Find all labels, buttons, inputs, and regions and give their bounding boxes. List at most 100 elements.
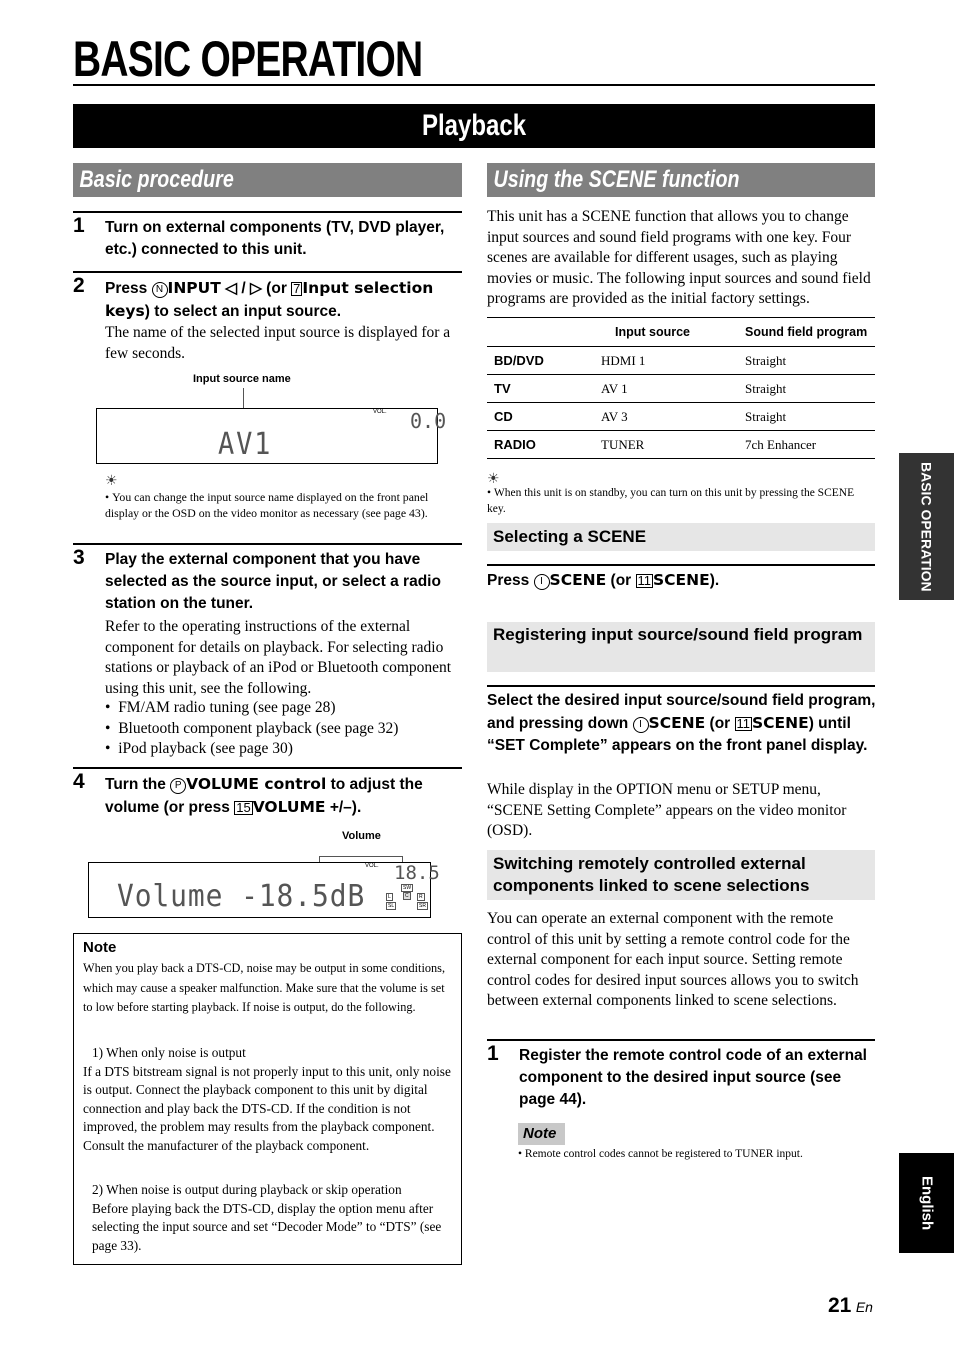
- step-rule: [73, 767, 462, 769]
- key-n-icon: N: [151, 282, 168, 298]
- step-3-body: Refer to the operating instructions of t…: [105, 618, 452, 697]
- subhead-scene-function: Using the SCENE function: [487, 163, 875, 197]
- vol-value: 0.0: [410, 409, 447, 433]
- scene-name-cell: TV: [494, 381, 511, 396]
- key-label: VOLUME: [252, 798, 326, 816]
- table-row: TV AV 1 Straight: [487, 375, 875, 403]
- key-label: SCENE: [549, 571, 607, 589]
- note-title: Note: [83, 939, 117, 956]
- key-i-icon: I: [632, 717, 649, 733]
- sound-program-cell: Straight: [745, 352, 787, 368]
- speaker-indicator: SW: [401, 884, 414, 892]
- sound-program-cell: Straight: [745, 408, 787, 424]
- vol-label: VOL.: [365, 863, 379, 869]
- registering-heading: Registering input source/sound field pro…: [487, 622, 875, 672]
- bullet-text: FM/AM radio tuning (see page 28): [118, 699, 336, 716]
- step-text: Turn the: [105, 776, 171, 793]
- key-15-icon: 15: [234, 800, 253, 815]
- vol-value: 18.5: [394, 862, 440, 884]
- heading-label: Registering input source/sound field pro…: [493, 625, 863, 644]
- key-i-icon: I: [533, 574, 550, 590]
- subhead-label: Using the SCENE function: [493, 166, 740, 193]
- bullet-text: Bluetooth component playback (see page 3…: [118, 719, 399, 737]
- note-case-1: 1) When only noise is output If a DTS bi…: [83, 1044, 454, 1156]
- subhead-basic-procedure: Basic procedure: [73, 163, 462, 197]
- table-header-row: Input source Sound field program: [487, 317, 875, 347]
- vol-label: VOL.: [373, 409, 387, 415]
- sidetab-chapter[interactable]: BASIC OPERATION: [899, 453, 954, 600]
- bullet-item: • Bluetooth component playback (see page…: [105, 719, 399, 737]
- page-number-value: 21: [828, 1294, 852, 1317]
- key-label: VOLUME control: [186, 775, 327, 793]
- section-bar: Playback: [73, 104, 875, 148]
- key-7-icon: 7: [291, 281, 303, 296]
- input-source-cell: AV 1: [601, 380, 628, 396]
- speaker-indicator: SR: [417, 902, 428, 910]
- step-number: 4: [73, 770, 85, 793]
- step-text: Press: [487, 572, 534, 589]
- step-number: 2: [73, 274, 85, 297]
- note-case-body: If a DTS bitstream signal is not properl…: [83, 1063, 451, 1153]
- note-text: Remote control codes cannot be registere…: [524, 1148, 803, 1160]
- key-label: INPUT: [167, 279, 221, 297]
- key-p-icon: P: [170, 778, 187, 794]
- step-3-text: Play the external component that you hav…: [105, 551, 441, 612]
- front-panel-display-input: AV1 VOL. 0.0: [96, 408, 446, 464]
- speaker-indicator: SL: [386, 902, 397, 910]
- note-case-title: 1) When only noise is output: [92, 1045, 246, 1060]
- page-language-suffix: En: [855, 1299, 873, 1315]
- step-text: ) to select an input source.: [144, 303, 342, 320]
- selecting-scene-instruction: Press I SCENE (or 11 SCENE).: [487, 569, 875, 592]
- note-intro: When you play back a DTS-CD, noise may b…: [83, 961, 446, 1014]
- step-4-text: Turn the P VOLUME control to adjust the v…: [105, 773, 465, 819]
- heading-label: Selecting a SCENE: [493, 527, 647, 546]
- display-caption: Input source name: [193, 373, 291, 385]
- input-source-cell: HDMI 1: [601, 352, 646, 368]
- key-label: SCENE: [653, 571, 710, 589]
- note-title: Note: [523, 1125, 557, 1142]
- key-label: SCENE: [648, 714, 706, 732]
- speaker-indicator: R: [417, 893, 425, 901]
- front-panel-display-volume: Volume -18.5dB VOL. 18.5 SW L C R SL SR: [88, 862, 440, 918]
- chapter-title: BASIC OPERATION: [73, 31, 423, 87]
- section-title: Playback: [421, 109, 527, 142]
- note-box: Note When you play back a DTS-CD, noise …: [73, 933, 462, 1265]
- step-rule: [487, 564, 875, 566]
- switching-heading: Switching remotely controlled external c…: [487, 850, 875, 900]
- tip-text: When this unit is on standby, you can tu…: [487, 487, 855, 515]
- note-case-body: Before playing back the DTS-CD, display …: [92, 1200, 442, 1253]
- note-case-title: 2) When noise is output during playback …: [92, 1182, 402, 1197]
- step-rule: [73, 543, 462, 545]
- table-row: RADIO TUNER 7ch Enhancer: [487, 431, 875, 459]
- bullet-item: • iPod playback (see page 30): [105, 740, 293, 757]
- sidetab-language[interactable]: English: [899, 1153, 954, 1253]
- title-rule: [73, 84, 875, 86]
- note-label-box: Note: [518, 1123, 565, 1145]
- tip-2: • When this unit is on standby, you can …: [487, 487, 855, 515]
- step-text: (or: [606, 572, 636, 589]
- table-row: BD/DVD HDMI 1 Straight: [487, 347, 875, 375]
- step-rule: [73, 211, 462, 213]
- step-2-body: The name of the selected input source is…: [105, 324, 451, 362]
- step-number: 1: [73, 214, 85, 237]
- step-1-text: Turn on external components (TV, DVD pla…: [105, 219, 445, 258]
- step-text: +/–).: [325, 799, 362, 816]
- subhead-label: Basic procedure: [79, 166, 234, 193]
- step-2-text: Press N INPUT ◁ / ▷ (or 7 Input selection …: [105, 277, 465, 323]
- tip-1: • You can change the input source name d…: [105, 490, 429, 520]
- key-11-icon: 11: [635, 573, 654, 588]
- step-number: 1: [487, 1042, 499, 1065]
- scene-name-cell: RADIO: [494, 437, 536, 452]
- step-rule: [73, 271, 462, 273]
- tip-text: You can change the input source name dis…: [105, 490, 429, 520]
- scene-intro: This unit has a SCENE function that allo…: [487, 208, 871, 307]
- scene-name-cell: BD/DVD: [494, 353, 544, 368]
- scene-table: Input source Sound field program BD/DVD H…: [487, 317, 875, 459]
- speaker-indicator: L: [386, 893, 393, 901]
- switching-body: You can operate an external component wi…: [487, 910, 859, 1009]
- input-source-cell: AV 3: [601, 408, 628, 424]
- tip-icon: ☀: [105, 474, 118, 489]
- bullet-text: iPod playback (see page 30): [118, 740, 293, 757]
- display-caption: Volume: [342, 830, 381, 842]
- display-text: Volume -18.5dB: [117, 879, 366, 914]
